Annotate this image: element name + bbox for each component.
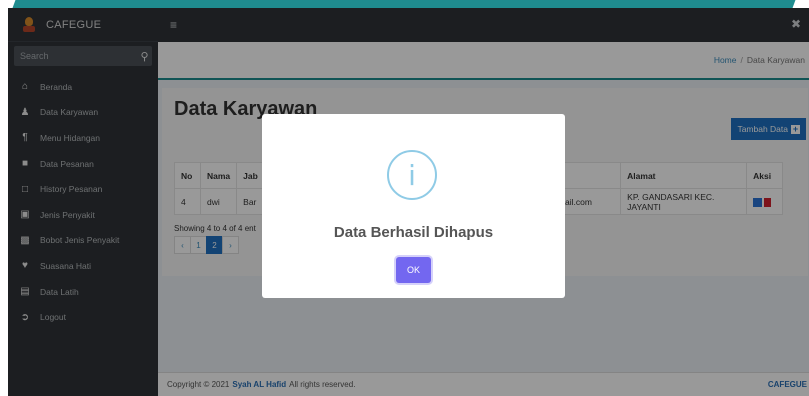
success-dialog: i Data Berhasil Dihapus OK bbox=[262, 114, 565, 298]
ok-button[interactable]: OK bbox=[396, 257, 431, 283]
dialog-title: Data Berhasil Dihapus bbox=[333, 224, 494, 241]
teal-band bbox=[12, 0, 796, 8]
info-icon: i bbox=[387, 150, 437, 200]
top-decor-strip bbox=[0, 0, 809, 8]
